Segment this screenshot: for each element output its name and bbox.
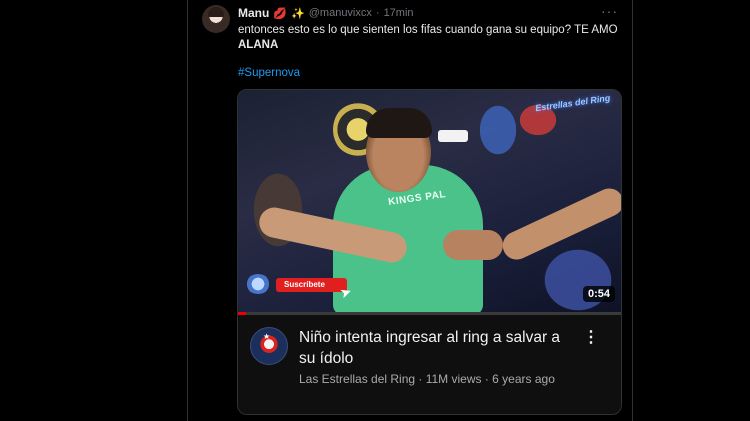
more-options-icon[interactable]: ··· [601, 3, 618, 19]
author-name[interactable]: Manu [238, 6, 269, 20]
tweet-timestamp[interactable]: 17min [384, 7, 414, 19]
author-handle[interactable]: @manuvixcx [309, 7, 372, 19]
sparkles-emoji-icon: ✨ [291, 7, 305, 20]
kid-hair [366, 108, 432, 138]
tweet-text: entonces esto es lo que sienten los fifa… [238, 23, 623, 53]
tweet-column: Manu 💋 ✨ @manuvixcx · 17min ··· entonces… [187, 0, 633, 421]
tweet-text-body: entonces esto es lo que sienten los fifa… [238, 24, 618, 36]
channel-avatar[interactable] [250, 327, 288, 365]
lips-emoji-icon: 💋 [273, 7, 288, 20]
tweet-header: Manu 💋 ✨ @manuvixcx · 17min [238, 5, 414, 21]
video-meta: Las Estrellas del Ring · 11M views · 6 y… [299, 372, 555, 386]
video-info: Niño intenta ingresar al ring a salvar a… [238, 315, 621, 414]
hashtag-link[interactable]: #Supernova [238, 67, 300, 79]
author-avatar[interactable] [202, 5, 230, 33]
channel-logo-icon [246, 274, 270, 294]
attached-image[interactable]: KINGS PAL Estrellas del Ring Suscríbete … [237, 89, 622, 415]
subscribe-button[interactable]: Suscríbete [276, 278, 347, 292]
wrist-band [438, 130, 468, 142]
video-title[interactable]: Niño intenta ingresar al ring a salvar a… [299, 327, 579, 369]
separator-dot: · [375, 7, 380, 19]
tweet-text-bold: ALANA [238, 39, 279, 51]
video-duration: 0:54 [582, 286, 615, 302]
hand [443, 230, 503, 260]
more-vertical-icon[interactable]: ⋮ [583, 330, 599, 346]
video-thumbnail[interactable]: KINGS PAL Estrellas del Ring Suscríbete … [238, 90, 621, 312]
